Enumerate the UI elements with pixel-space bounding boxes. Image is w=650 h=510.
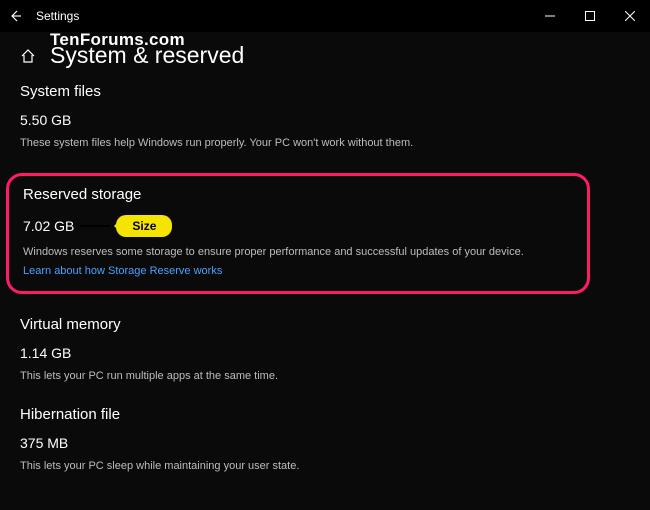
titlebar: Settings	[0, 0, 650, 32]
highlight-annotation: Reserved storage 7.02 GB Size Windows re…	[6, 173, 590, 293]
section-hibernation-file: Hibernation file 375 MB This lets your P…	[20, 406, 630, 474]
size-callout: Size	[116, 215, 172, 237]
home-icon[interactable]	[20, 48, 36, 64]
app-title: Settings	[36, 9, 79, 23]
section-title: Reserved storage	[23, 186, 573, 203]
section-virtual-memory: Virtual memory 1.14 GB This lets your PC…	[20, 316, 630, 384]
close-button[interactable]	[610, 0, 650, 32]
section-desc: Windows reserves some storage to ensure …	[23, 245, 573, 260]
section-title: System files	[20, 83, 630, 100]
learn-more-link[interactable]: Learn about how Storage Reserve works	[23, 265, 222, 277]
section-reserved-storage: Reserved storage 7.02 GB Size Windows re…	[20, 173, 630, 293]
section-desc: This lets your PC sleep while maintainin…	[20, 459, 580, 474]
storage-value: 5.50 GB	[20, 112, 630, 128]
section-desc: These system files help Windows run prop…	[20, 136, 580, 151]
storage-value: 375 MB	[20, 435, 630, 451]
storage-value: 7.02 GB	[23, 218, 74, 234]
section-title: Hibernation file	[20, 406, 630, 423]
watermark: TenForums.com	[50, 30, 185, 50]
storage-value: 1.14 GB	[20, 345, 630, 361]
section-title: Virtual memory	[20, 316, 630, 333]
minimize-button[interactable]	[530, 0, 570, 32]
back-button[interactable]	[8, 9, 22, 23]
maximize-button[interactable]	[570, 0, 610, 32]
section-system-files: System files 5.50 GB These system files …	[20, 83, 630, 151]
section-desc: This lets your PC run multiple apps at t…	[20, 369, 580, 384]
callout-connector	[80, 225, 110, 227]
